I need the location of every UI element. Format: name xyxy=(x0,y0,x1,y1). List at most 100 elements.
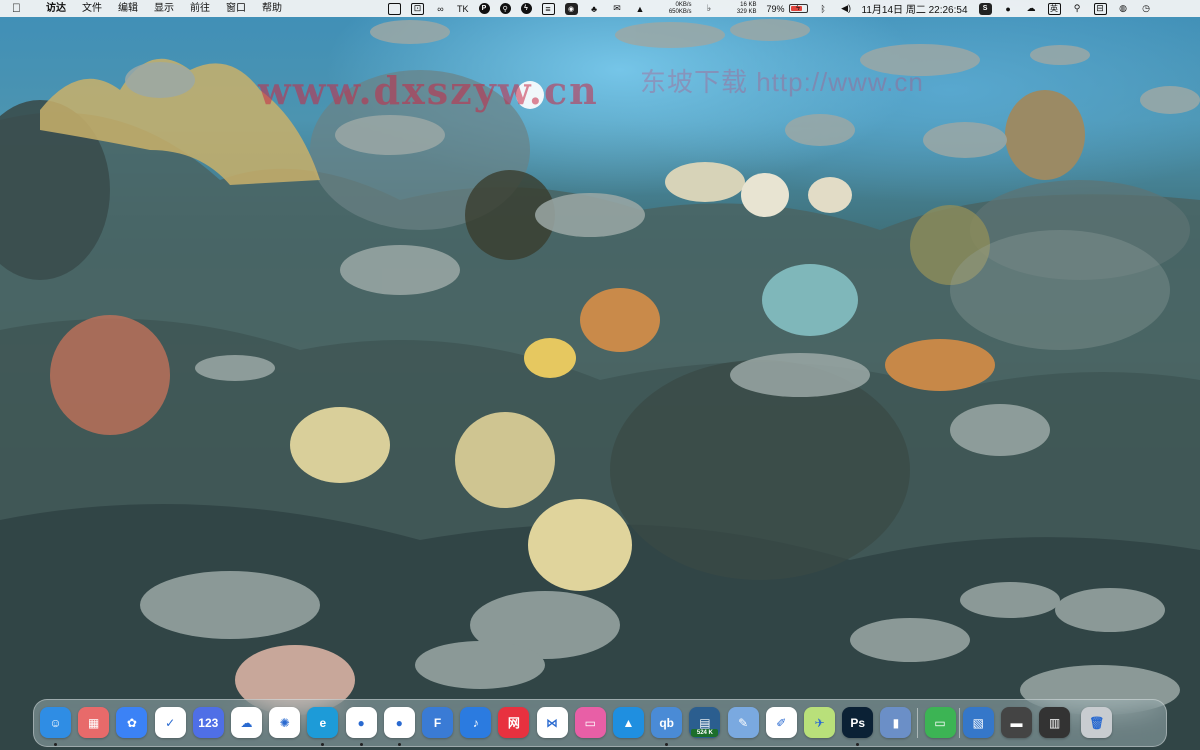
screenshot-icon[interactable]: ⊡ xyxy=(411,2,424,15)
battery-icon[interactable]: ϟ xyxy=(788,4,808,13)
clock-icon[interactable]: ◷ xyxy=(1140,3,1153,15)
dock-app-cleaner[interactable]: ▭ xyxy=(574,707,606,738)
menu-bar:  访达 文件 编辑 显示 前往 窗口 帮助 ⊡ ∞ TK P ⚲ ϟ ≡ ◉ … xyxy=(0,0,1200,17)
trash-icon: 🗑 xyxy=(1089,715,1105,730)
dock-app-finder[interactable]: ☺ xyxy=(40,707,71,738)
penguin-icon[interactable]: ♣ xyxy=(588,3,601,15)
dock-app-pencil-tool[interactable]: ✎ xyxy=(727,707,759,738)
dock-app-photos-helper[interactable]: ✺ xyxy=(269,707,301,738)
cloud-icon: ☁ xyxy=(240,715,253,730)
menu-view[interactable]: 显示 xyxy=(146,0,182,17)
dock-app-edge[interactable]: e xyxy=(307,707,339,738)
running-indicator xyxy=(665,743,669,746)
search-icon[interactable]: ⚲ xyxy=(1071,3,1084,15)
running-indicator xyxy=(856,743,860,746)
screens-icon: ▥ xyxy=(1049,715,1061,730)
dock-app-kdocs[interactable]: ⋈ xyxy=(536,707,568,738)
cloud-icon[interactable]: ☁ xyxy=(1025,3,1038,15)
memory-stats[interactable]: 16 KB 329 KB xyxy=(727,2,757,15)
preview-icon: ▮ xyxy=(892,715,900,730)
running-indicator xyxy=(54,743,57,746)
running-indicator xyxy=(397,743,401,746)
dock-app-photoshop[interactable]: Ps xyxy=(842,707,874,738)
dock-app-screens[interactable]: ▥ xyxy=(1039,707,1071,738)
dock-app-preview[interactable]: ▮ xyxy=(880,707,912,738)
dock-app-notes-green[interactable]: ▭ xyxy=(924,707,956,738)
upload-icon[interactable]: ▲ xyxy=(634,3,647,15)
menu-finder[interactable]: 访达 xyxy=(38,0,74,17)
net-speed[interactable]: 0KB/s 650KB/s xyxy=(658,2,692,15)
dock-app-downloads[interactable]: ▬ xyxy=(1001,707,1032,738)
dock-app-wechat[interactable]: ● xyxy=(383,707,415,738)
menu-window[interactable]: 窗口 xyxy=(218,0,254,17)
dock-app-stamp-app[interactable]: ✈ xyxy=(804,707,835,738)
s-app-icon[interactable]: S xyxy=(978,2,992,15)
wechat-icon[interactable]: ✉ xyxy=(611,3,624,15)
desktop-wallpaper: www.dxszyw.cn 东坡下载 http://www.cn xyxy=(0,0,1200,750)
menu-icon[interactable]: ≡ xyxy=(541,2,555,15)
dock-badge: 524 K xyxy=(691,729,719,737)
dock-separator xyxy=(958,708,960,738)
folder-icon: ▧ xyxy=(972,715,984,730)
p-icon[interactable]: P xyxy=(478,3,490,14)
downloads-icon: ▬ xyxy=(1010,715,1023,730)
battery-percent[interactable]: 79% xyxy=(767,4,785,14)
menu-edit[interactable]: 编辑 xyxy=(110,0,146,17)
siri-icon[interactable]: ◍ xyxy=(1117,3,1130,15)
music-icon: ♪ xyxy=(472,715,479,730)
menu-file[interactable]: 文件 xyxy=(74,0,110,17)
dock-app-qbittorrent[interactable]: qb xyxy=(651,707,683,738)
dock-app-tuzhi[interactable]: ✿ xyxy=(116,707,148,738)
dock-app-activity-monitor[interactable]: ▤ 524 K xyxy=(689,707,721,738)
dock-app-draw-tool[interactable]: ✐ xyxy=(765,707,797,738)
apple-icon[interactable]:  xyxy=(12,0,26,17)
input-method[interactable]: 英 xyxy=(1047,2,1061,15)
mem-bottom: 329 KB xyxy=(736,8,757,15)
dock-app-qq[interactable]: ● xyxy=(345,707,377,738)
link-icon[interactable]: ∞ xyxy=(434,3,447,15)
penguin-icon: ● xyxy=(357,715,365,730)
camera-icon[interactable]: ◉ xyxy=(564,2,578,15)
checkmark-icon: ✓ xyxy=(165,715,176,730)
edge-icon: e xyxy=(319,715,327,730)
photoshop-icon: Ps xyxy=(850,715,866,730)
net-down: 650KB/s xyxy=(668,8,692,15)
underwater-scene xyxy=(0,19,1200,750)
tk-status[interactable]: TK xyxy=(457,4,469,14)
dock: ☺ ▦ ✿ ✓ 123 ☁ ✺ e ● ● F ♪ 网 ⋈ ▭ ▲ qb ▤ 524 K ✎ ✐ ✈ Ps ▮ ▭ ▧ ▬ ▥ 🗑 xyxy=(33,699,1167,747)
bolt-icon[interactable]: ϟ xyxy=(520,3,532,14)
dock-app-baidu-netdisk[interactable]: ☁ xyxy=(231,707,262,738)
dock-app-launchpad[interactable]: ▦ xyxy=(78,707,110,738)
wechat-icon: ● xyxy=(395,715,403,730)
volume-icon[interactable]: ◀) xyxy=(840,3,853,15)
dock-app-music[interactable]: ♪ xyxy=(460,707,492,738)
dock-app-todo[interactable]: ✓ xyxy=(154,707,186,738)
clock[interactable]: 11月14日 周二 22:26:54 xyxy=(862,1,968,16)
dock-separator xyxy=(916,708,918,738)
user-icon[interactable]: ● xyxy=(1002,3,1015,15)
dock-app-123pan[interactable]: 123 xyxy=(192,707,224,738)
note-icon: ▭ xyxy=(934,715,946,730)
search-circle-icon[interactable]: ⚲ xyxy=(499,3,511,14)
bluetooth-icon[interactable]: ᛒ xyxy=(817,3,830,15)
menu-help[interactable]: 帮助 xyxy=(254,0,290,17)
monitor-icon: ▤ xyxy=(699,715,711,730)
sketch-icon: ✐ xyxy=(776,715,787,730)
pencil-icon: ✎ xyxy=(738,715,749,730)
123-icon: 123 xyxy=(198,715,219,730)
dock-app-wallpaper-folder[interactable]: ▧ xyxy=(962,707,994,738)
stamp-icon: ✈ xyxy=(814,715,825,730)
menu-go[interactable]: 前往 xyxy=(182,0,218,17)
dock-app-trash[interactable]: 🗑 xyxy=(1081,707,1113,738)
f-icon: F xyxy=(433,715,442,730)
dock-app-netease-music[interactable]: 网 xyxy=(498,707,530,738)
dock-app-mountain-app[interactable]: ▲ xyxy=(613,707,644,738)
display-icon[interactable] xyxy=(388,2,401,15)
dock-app-finder-tool[interactable]: F xyxy=(422,707,453,738)
finder-icon: ☺ xyxy=(49,715,62,730)
laptop-icon: ▭ xyxy=(584,715,596,730)
control-center-icon[interactable]: ⊟ xyxy=(1093,2,1107,15)
bowtie-icon: ⋈ xyxy=(546,715,559,730)
key-icon[interactable]: ♭ xyxy=(703,3,716,15)
cat-icon: ✿ xyxy=(126,715,137,730)
